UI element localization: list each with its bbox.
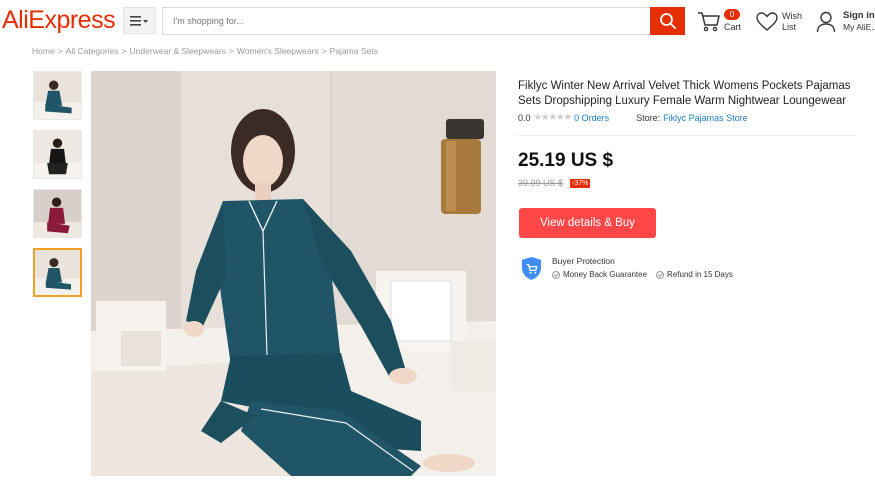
- breadcrumb-separator: >: [321, 46, 327, 56]
- search-input[interactable]: [163, 8, 651, 34]
- breadcrumb-pajama-sets[interactable]: Pajama Sets: [330, 46, 378, 56]
- shield-cart-icon: [521, 257, 542, 280]
- divider: [518, 135, 856, 136]
- product-thumbnail-4-active[interactable]: [33, 248, 82, 297]
- rating-row: 0.0 ★★★★★ 0 Orders Store: Fiklyc Pajamas…: [518, 112, 748, 123]
- breadcrumb: Home > All Categories > Underwear & Sleepwea…: [32, 46, 378, 56]
- menu-icon: [129, 15, 148, 26]
- rating-value: 0.0: [518, 112, 531, 123]
- product-photo: [91, 71, 496, 476]
- product-thumbnail-3[interactable]: [33, 189, 82, 238]
- my-aliexpress-label: My AliE...: [843, 22, 875, 32]
- product-thumbnail-1[interactable]: [33, 71, 82, 120]
- cart-label: Cart: [724, 22, 742, 32]
- breadcrumb-separator: >: [121, 46, 127, 56]
- product-thumbnail-2[interactable]: [33, 130, 82, 179]
- refund-in-15-days: Refund in 15 Days: [667, 270, 733, 279]
- original-price-row: 39.99 US $ -37%: [518, 178, 591, 188]
- breadcrumb-underwear[interactable]: Underwear & Sleepwears: [130, 46, 226, 56]
- check-circle-icon: [552, 270, 560, 279]
- wish-list-link[interactable]: Wish List: [756, 9, 806, 35]
- cart-link[interactable]: 0 Cart: [697, 9, 747, 35]
- wish-label-line1: Wish: [782, 11, 802, 21]
- buyer-protection: Buyer Protection Money Back Guarantee Re…: [520, 254, 860, 284]
- thumbnail-image: [34, 72, 81, 119]
- search-box: [162, 7, 651, 35]
- search-icon: [659, 13, 676, 29]
- heart-icon: [756, 12, 778, 31]
- original-price: 39.99 US $: [518, 178, 564, 188]
- sign-in-label: Sign in: [843, 10, 875, 21]
- sign-in-link[interactable]: Sign in My AliE...: [816, 9, 875, 35]
- store-link[interactable]: Fiklyc Pajamas Store: [663, 113, 748, 123]
- star-rating-icon: ★★★★★: [533, 112, 573, 123]
- breadcrumb-separator: >: [57, 46, 63, 56]
- product-main-image[interactable]: [91, 71, 496, 476]
- money-back-guarantee: Money Back Guarantee: [563, 270, 648, 279]
- breadcrumb-womens-sleepwears[interactable]: Women's Sleepwears: [237, 46, 319, 56]
- header: AliExpress 0 Cart Wish List: [0, 0, 875, 42]
- view-details-buy-button[interactable]: View details & Buy: [519, 208, 656, 238]
- cart-icon: [698, 12, 720, 32]
- orders-link[interactable]: 0 Orders: [574, 113, 609, 123]
- protection-items: Money Back Guarantee Refund in 15 Days: [552, 270, 733, 279]
- thumbnail-image: [34, 190, 81, 237]
- user-icon: [816, 11, 836, 33]
- wish-label-line2: List: [782, 22, 797, 32]
- cart-count-badge: 0: [724, 9, 740, 20]
- categories-menu-button[interactable]: [123, 7, 156, 34]
- breadcrumb-separator: >: [228, 46, 234, 56]
- current-price: 25.19 US $: [518, 150, 614, 171]
- breadcrumb-home[interactable]: Home: [32, 46, 55, 56]
- aliexpress-logo[interactable]: AliExpress: [2, 6, 116, 35]
- thumbnail-image: [34, 131, 81, 178]
- thumbnail-image: [35, 250, 80, 295]
- buyer-protection-title: Buyer Protection: [552, 256, 615, 266]
- search-button[interactable]: [650, 7, 685, 35]
- store-label: Store:: [636, 112, 661, 123]
- breadcrumb-all-categories[interactable]: All Categories: [66, 46, 119, 56]
- check-circle-icon: [656, 270, 665, 279]
- product-title: Fiklyc Winter New Arrival Velvet Thick W…: [518, 80, 851, 107]
- discount-badge: -37%: [570, 178, 591, 188]
